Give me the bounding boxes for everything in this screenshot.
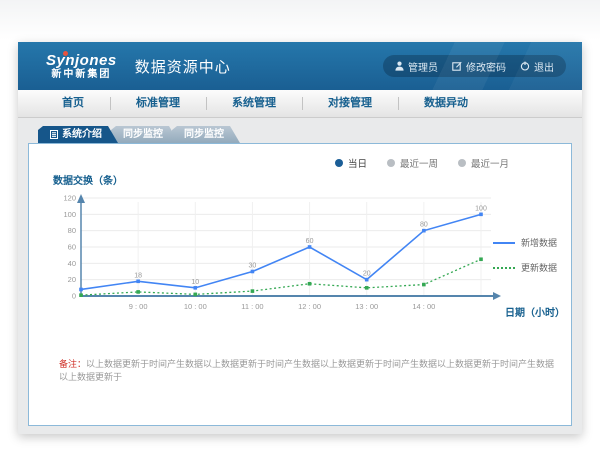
- svg-text:60: 60: [306, 238, 314, 245]
- nav-item-data-changes[interactable]: 数据异动: [398, 90, 494, 117]
- tab-system-intro[interactable]: 系统介绍: [38, 126, 118, 143]
- radio-dot-icon: [458, 159, 466, 167]
- logout-button[interactable]: 退出: [520, 59, 554, 74]
- svg-text:20: 20: [68, 275, 76, 284]
- svg-text:80: 80: [420, 222, 428, 229]
- svg-text:10 : 00: 10 : 00: [184, 302, 207, 311]
- note-prefix: 备注：: [59, 359, 86, 369]
- svg-text:9 : 00: 9 : 00: [129, 302, 148, 311]
- edit-icon: [452, 61, 462, 71]
- nav-item-system-management[interactable]: 系统管理: [206, 90, 302, 117]
- user-icon: [395, 61, 404, 71]
- change-password-button[interactable]: 修改密码: [452, 59, 506, 74]
- nav-item-home[interactable]: 首页: [36, 90, 110, 117]
- svg-text:18: 18: [134, 272, 142, 279]
- svg-text:100: 100: [63, 210, 76, 219]
- y-axis-title: 数据交换（条）: [53, 172, 123, 187]
- user-toolbar: 管理员 修改密码 退出: [383, 55, 566, 77]
- document-icon: [50, 130, 58, 139]
- time-range-filter: 当日 最近一周 最近一月: [335, 156, 509, 170]
- legend-label: 更新数据: [521, 261, 557, 274]
- power-icon: [520, 61, 530, 71]
- tab-label: 同步监控: [184, 126, 224, 143]
- logout-label: 退出: [534, 59, 554, 74]
- radio-last-month[interactable]: 最近一月: [458, 156, 509, 170]
- svg-text:13 : 00: 13 : 00: [355, 302, 378, 311]
- logo-accent-dot: [63, 51, 68, 56]
- user-menu[interactable]: 管理员: [395, 59, 438, 74]
- nav-item-integration-management[interactable]: 对接管理: [302, 90, 398, 117]
- radio-last-week[interactable]: 最近一周: [387, 156, 438, 170]
- note-text: 以上数据更新于时间产生数据以上数据更新于时间产生数据以上数据更新于时间产生数据以…: [59, 359, 554, 382]
- radio-label: 最近一月: [471, 156, 509, 170]
- change-password-label: 修改密码: [466, 59, 506, 74]
- legend-item-new-data[interactable]: 新增数据: [493, 236, 557, 249]
- radio-label: 当日: [348, 156, 367, 170]
- legend-item-updated-data[interactable]: 更新数据: [493, 261, 557, 274]
- green-dotted-line-sample-icon: [493, 267, 515, 269]
- user-name-label: 管理员: [408, 59, 438, 74]
- chart-legend: 新增数据 更新数据: [493, 236, 557, 274]
- logo-text: Synjones: [46, 52, 117, 69]
- logo-subtext: 新中新集团: [46, 69, 117, 81]
- tab-label: 系统介绍: [62, 126, 102, 143]
- main-window: Synjones 新中新集团 数据资源中心 管理员 修改密码 退出 首页 标准管…: [18, 42, 582, 434]
- blue-line-sample-icon: [493, 242, 515, 244]
- svg-text:40: 40: [68, 259, 76, 268]
- tab-sync-monitor-1[interactable]: 同步监控: [111, 126, 179, 143]
- tab-bar: 系统介绍 同步监控 同步监控: [38, 126, 572, 143]
- svg-text:80: 80: [68, 226, 76, 235]
- svg-text:20: 20: [363, 271, 371, 278]
- page-title: 数据资源中心: [135, 56, 231, 77]
- svg-text:11 : 00: 11 : 00: [241, 302, 263, 311]
- radio-today[interactable]: 当日: [335, 156, 367, 170]
- line-chart: 0 20 40 60 80 100 120 9 : 00 10 : 00 11 : 00 12 : …: [45, 190, 515, 325]
- svg-text:60: 60: [68, 243, 76, 252]
- main-navigation: 首页 标准管理 系统管理 对接管理 数据异动: [18, 90, 582, 118]
- content-area: 系统介绍 同步监控 同步监控 当日 最近一周: [18, 118, 582, 426]
- company-logo: Synjones 新中新集团: [46, 52, 117, 81]
- radio-label: 最近一周: [400, 156, 438, 170]
- svg-text:10: 10: [191, 279, 199, 286]
- svg-text:120: 120: [63, 194, 76, 203]
- radio-dot-icon: [387, 159, 395, 167]
- x-axis-title: 日期（小时）: [505, 304, 565, 319]
- svg-text:30: 30: [249, 263, 257, 270]
- tab-sync-monitor-2[interactable]: 同步监控: [172, 126, 240, 143]
- nav-item-standard-management[interactable]: 标准管理: [110, 90, 206, 117]
- chart-panel: 当日 最近一周 最近一月 数据交换（条） 0 20 40 60 80 100 120 9 : …: [28, 143, 572, 426]
- chart-container: 0 20 40 60 80 100 120 9 : 00 10 : 00 11 : 00 12 : …: [45, 190, 515, 330]
- svg-text:12 : 00: 12 : 00: [298, 302, 321, 311]
- radio-dot-icon: [335, 159, 343, 167]
- tab-label: 同步监控: [123, 126, 163, 143]
- app-header: Synjones 新中新集团 数据资源中心 管理员 修改密码 退出: [18, 42, 582, 90]
- legend-label: 新增数据: [521, 236, 557, 249]
- svg-text:14 : 00: 14 : 00: [412, 302, 435, 311]
- footer-note: 备注：以上数据更新于时间产生数据以上数据更新于时间产生数据以上数据更新于时间产生…: [59, 358, 555, 383]
- svg-text:100: 100: [475, 205, 487, 212]
- svg-text:0: 0: [72, 292, 76, 301]
